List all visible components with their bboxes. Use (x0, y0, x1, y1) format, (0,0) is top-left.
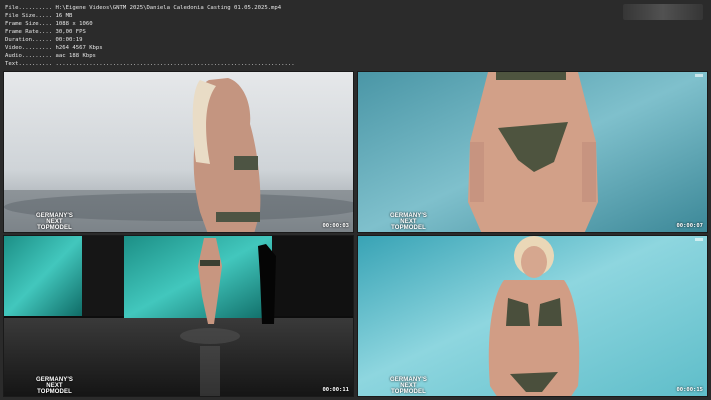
show-brand-label: GERMANY'S NEXT TOPMODEL (390, 377, 427, 395)
frame-size-line: Frame Size.... 1088 x 1060 (5, 21, 93, 27)
timestamp-label: 00:00:03 (322, 223, 350, 229)
timestamp-label: 00:00:07 (676, 223, 704, 229)
duration-line: Duration...... 00:00:19 (5, 37, 83, 43)
timestamp-label: 00:00:11 (322, 387, 350, 393)
video-line: Video......... h264 4567 Kbps (5, 45, 103, 51)
corner-mark (695, 74, 703, 77)
frame-rate-line: Frame Rate.... 30,00 FPS (5, 29, 86, 35)
thumbnail-3[interactable]: GERMANY'S NEXT TOPMODEL 00:00:11 (3, 235, 354, 397)
show-brand-label: GERMANY'S NEXT TOPMODEL (390, 213, 427, 231)
thumbnail-2[interactable]: GERMANY'S NEXT TOPMODEL 00:00:07 (357, 71, 708, 233)
thumbnail-4[interactable]: GERMANY'S NEXT TOPMODEL 00:00:15 (357, 235, 708, 397)
show-brand-label: GERMANY'S NEXT TOPMODEL (36, 213, 73, 231)
text-line: Text.......... .........................… (5, 61, 295, 67)
corner-mark (695, 238, 703, 241)
thumbnail-1[interactable]: GERMANY'S NEXT TOPMODEL 00:00:03 (3, 71, 354, 233)
timestamp-label: 00:00:15 (676, 387, 704, 393)
audio-line: Audio......... aac 188 Kbps (5, 53, 96, 59)
file-size-line: File Size..... 16 MB (5, 13, 73, 19)
watermark-logo (623, 4, 703, 20)
media-info-panel: File.......... H:\Eigene Videos\GNTM 202… (0, 0, 711, 70)
show-brand-label: GERMANY'S NEXT TOPMODEL (36, 377, 73, 395)
file-path-line: File.......... H:\Eigene Videos\GNTM 202… (5, 5, 282, 11)
